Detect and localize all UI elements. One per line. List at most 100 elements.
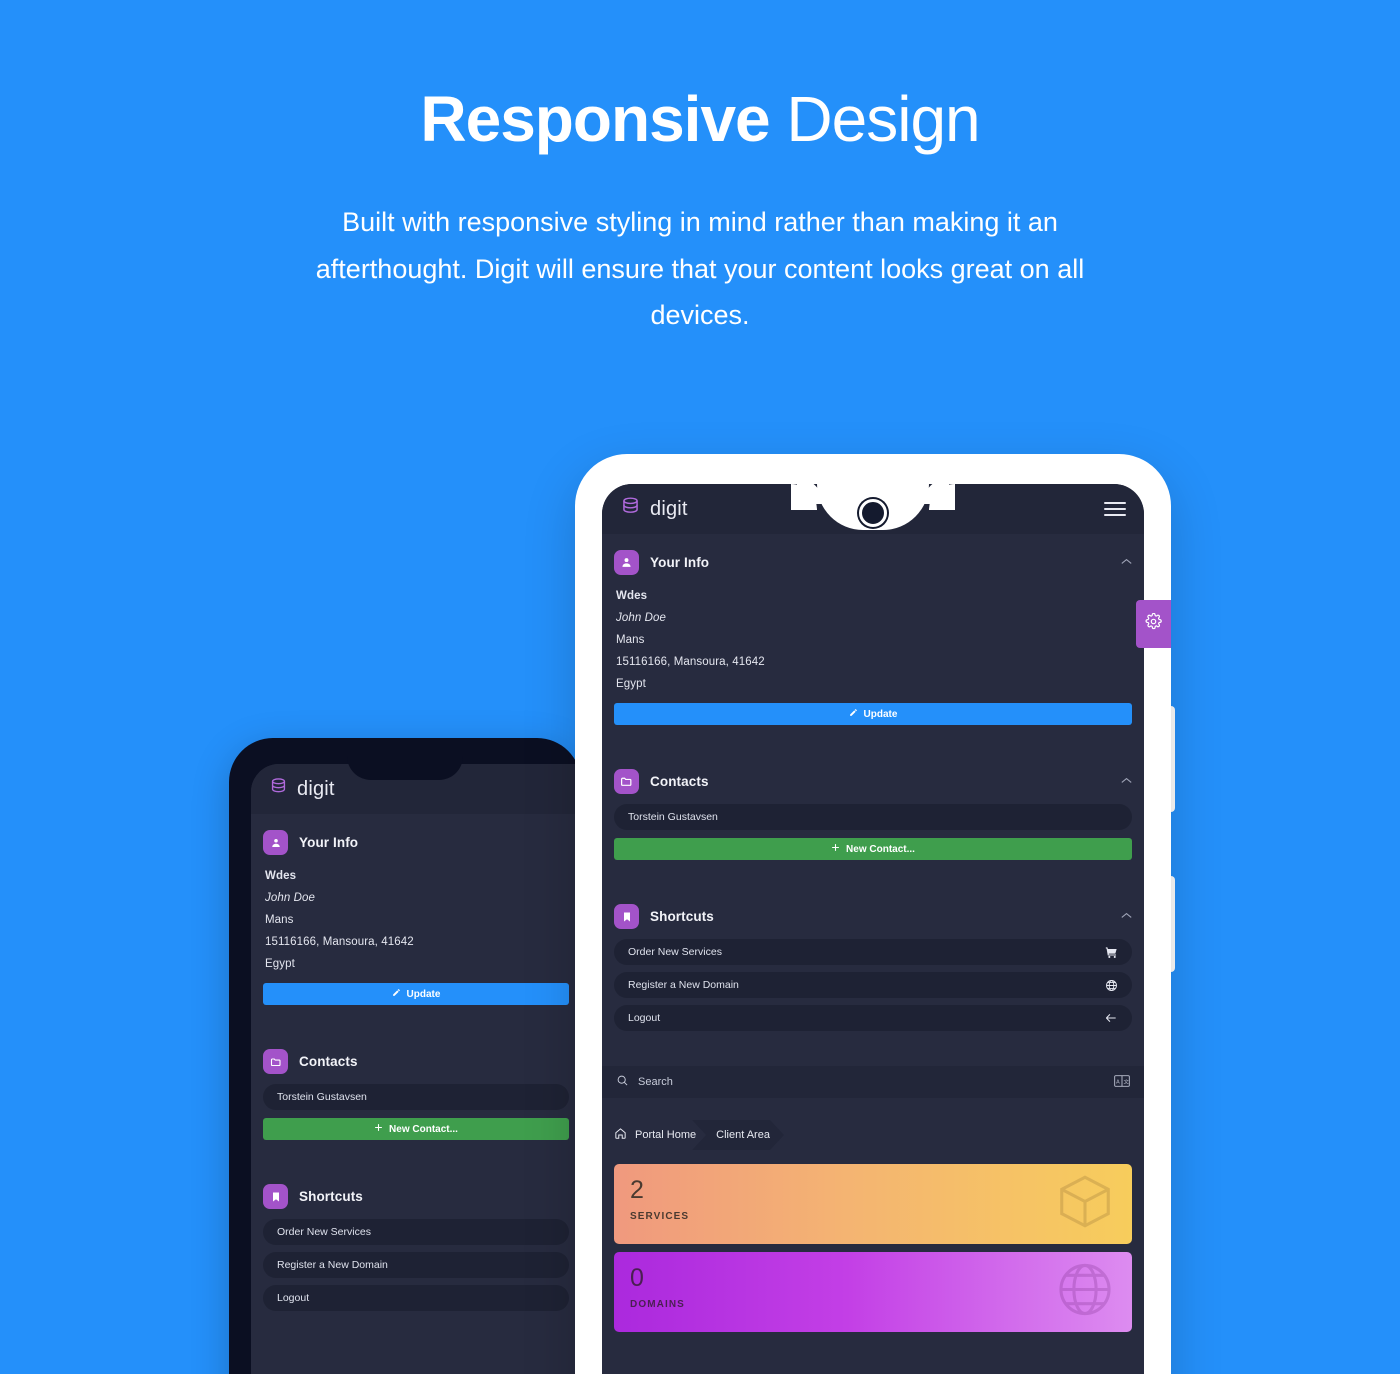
contact-item-0[interactable]: Torstein Gustavsen	[614, 804, 1132, 830]
stat-value-domains: 0	[630, 1264, 644, 1292]
your-info-panel: Your Info Wdes John Doe Mans 15116166, M…	[602, 534, 1144, 727]
new-contact-button[interactable]: New Contact...	[614, 838, 1132, 860]
info-line-3: 15116166, Mansoura, 41642	[616, 656, 765, 668]
info-line-2: Mans	[616, 634, 645, 646]
back-contact-item-0[interactable]: Torstein Gustavsen	[263, 1084, 569, 1110]
back-your-info-header[interactable]: Your Info	[263, 828, 569, 865]
contact-label-0: Torstein Gustavsen	[628, 811, 718, 823]
stat-card-services[interactable]: 2 SERVICES	[614, 1164, 1132, 1244]
contacts-panel: Contacts Torstein Gustavsen New Contact.…	[602, 753, 1144, 862]
hamburger-menu-icon[interactable]	[1104, 502, 1126, 516]
shortcut-item-register-a-new-domain[interactable]: Register a New Domain	[614, 972, 1132, 998]
phone-mockup-front: digit Your Info Wdes John Doe Mans 15116…	[575, 454, 1171, 1374]
stat-value-services: 2	[630, 1176, 644, 1204]
shopping-cart-icon	[1105, 946, 1118, 959]
update-button[interactable]: Update	[614, 703, 1132, 725]
front-phone-camera	[859, 499, 887, 527]
back-contact-label-0: Torstein Gustavsen	[277, 1091, 367, 1103]
translate-keyboard-icon[interactable]: A 文	[1114, 1074, 1130, 1090]
search-input[interactable]: Search	[638, 1076, 673, 1088]
hero-section: Responsive Design Built with responsive …	[0, 0, 1400, 339]
breadcrumb-current[interactable]: Client Area	[692, 1120, 784, 1150]
back-brand[interactable]: digit	[269, 777, 335, 801]
chevron-up-icon[interactable]	[1121, 911, 1132, 922]
back-info-line-4: Egypt	[265, 958, 295, 970]
pencil-icon	[849, 708, 858, 720]
page-subtitle: Built with responsive styling in mind ra…	[315, 207, 1085, 331]
your-info-header[interactable]: Your Info	[614, 548, 1132, 585]
front-phone-screen: digit Your Info Wdes John Doe Mans 15116…	[602, 484, 1144, 1374]
back-info-line-1: John Doe	[265, 892, 316, 904]
search-icon	[616, 1074, 629, 1090]
brand-name: digit	[650, 497, 688, 520]
search-bar[interactable]: Search A 文	[602, 1066, 1144, 1098]
back-new-contact-button[interactable]: New Contact...	[263, 1118, 569, 1140]
back-shortcut-label-1: Register a New Domain	[277, 1259, 388, 1271]
pencil-icon	[392, 988, 401, 1000]
new-contact-label: New Contact...	[846, 843, 915, 855]
back-shortcut-item-1[interactable]: Register a New Domain	[263, 1252, 569, 1278]
home-icon	[614, 1127, 627, 1143]
shortcut-item-order-new-services[interactable]: Order New Services	[614, 939, 1132, 965]
svg-text:文: 文	[1123, 1077, 1129, 1085]
user-icon	[614, 550, 639, 575]
breadcrumb-portal-home[interactable]: Portal Home	[614, 1127, 702, 1143]
settings-side-tab[interactable]	[1136, 600, 1171, 648]
bookmark-icon	[263, 1184, 288, 1209]
shortcuts-panel: Shortcuts Order New Services Register a …	[602, 888, 1144, 1040]
back-contacts-panel: Contacts Torstein Gustavsen New Contact.…	[251, 1033, 581, 1142]
back-shortcut-label-2: Logout	[277, 1292, 310, 1304]
back-shortcut-label-0: Order New Services	[277, 1226, 371, 1238]
chevron-up-icon[interactable]	[1121, 776, 1132, 787]
page-root: Responsive Design Built with responsive …	[0, 0, 1400, 1374]
back-shortcut-item-2[interactable]: Logout	[263, 1285, 569, 1311]
stat-card-domains[interactable]: 0 DOMAINS	[614, 1252, 1132, 1332]
database-icon	[620, 496, 641, 522]
back-shortcuts-panel: Shortcuts Order New Services Register a …	[251, 1168, 581, 1320]
back-phone-notch	[347, 738, 463, 780]
database-icon	[269, 777, 288, 801]
bookmark-icon	[614, 904, 639, 929]
back-shortcuts-title: Shortcuts	[299, 1189, 363, 1204]
cube-icon	[1054, 1171, 1116, 1238]
back-contacts-title: Contacts	[299, 1054, 358, 1069]
back-shortcut-item-0[interactable]: Order New Services	[263, 1219, 569, 1245]
stat-label-services: SERVICES	[630, 1211, 690, 1222]
page-title-bold: Responsive	[420, 83, 770, 155]
breadcrumb-home-label: Portal Home	[635, 1129, 697, 1141]
contacts-title: Contacts	[650, 774, 709, 789]
shortcut-label-0: Order New Services	[628, 946, 722, 958]
shortcut-item-logout[interactable]: Logout	[614, 1005, 1132, 1031]
shortcuts-header[interactable]: Shortcuts	[614, 902, 1132, 939]
back-spacer-2	[251, 1142, 581, 1168]
page-title-light: Design	[786, 83, 980, 155]
back-update-label: Update	[406, 988, 441, 1000]
info-line-4: Egypt	[616, 678, 646, 690]
back-update-button[interactable]: Update	[263, 983, 569, 1005]
back-info-line-2: Mans	[265, 914, 294, 926]
info-line-0: Wdes	[616, 590, 648, 602]
contacts-header[interactable]: Contacts	[614, 767, 1132, 804]
phone-mockup-back: digit Your Info Wdes John Doe Mans 15116…	[229, 738, 581, 1374]
info-line-1: John Doe	[616, 612, 667, 624]
breadcrumb-current-label: Client Area	[716, 1129, 770, 1141]
back-contacts-header[interactable]: Contacts	[263, 1047, 569, 1084]
chevron-up-icon[interactable]	[1121, 557, 1132, 568]
folder-icon	[263, 1049, 288, 1074]
back-your-info-panel: Your Info Wdes John Doe Mans 15116166, M…	[251, 814, 581, 1007]
update-label: Update	[863, 708, 898, 720]
globe-icon	[1054, 1259, 1116, 1326]
back-your-info-title: Your Info	[299, 835, 359, 850]
shortcut-label-2: Logout	[628, 1012, 661, 1024]
gear-icon	[1145, 612, 1162, 635]
back-brand-name: digit	[297, 777, 335, 800]
page-title: Responsive Design	[0, 83, 1400, 155]
brand[interactable]: digit	[620, 496, 688, 522]
back-info-line-3: 15116166, Mansoura, 41642	[265, 936, 414, 948]
shortcut-label-1: Register a New Domain	[628, 979, 739, 991]
back-shortcuts-header[interactable]: Shortcuts	[263, 1182, 569, 1219]
back-phone-screen: digit Your Info Wdes John Doe Mans 15116…	[251, 764, 581, 1374]
